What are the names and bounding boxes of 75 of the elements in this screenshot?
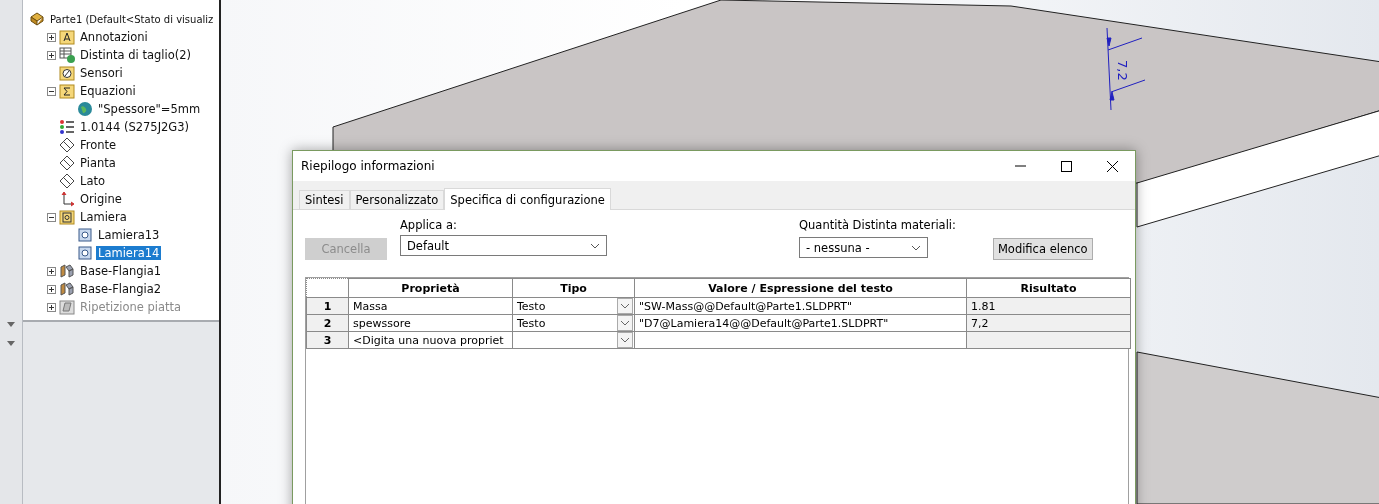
sheet-metal-icon (77, 227, 93, 243)
chevron-down-icon (621, 320, 629, 326)
cut-list-icon (59, 47, 75, 63)
column-header: Risultato (966, 278, 1131, 298)
maximize-icon (1060, 160, 1072, 172)
plus-icon (49, 304, 54, 310)
origin-icon (59, 191, 75, 207)
expand-toggle[interactable] (47, 266, 56, 276)
chevron-down-icon (621, 303, 629, 309)
apply-dropdown[interactable]: Default (400, 235, 607, 256)
caret-down-icon[interactable] (7, 341, 15, 346)
equation-folder-icon (59, 83, 75, 99)
tree-item[interactable]: Distinta di taglio(2) (78, 48, 193, 62)
plus-icon (49, 52, 54, 58)
tab[interactable]: Sintesi (299, 190, 350, 209)
tree-item[interactable]: Lamiera (78, 210, 129, 224)
dialog-title: Riepilogo informazioni (301, 159, 435, 173)
sheet-metal-folder-icon (59, 209, 75, 225)
corner-cell (306, 278, 349, 298)
tree-item[interactable]: "Spessore"=5mm (96, 102, 203, 116)
flat-pattern-icon (59, 299, 75, 315)
row-number: 1 (306, 297, 349, 315)
chevron-down-icon (621, 337, 629, 343)
sensor-folder-icon (59, 65, 75, 81)
tree-item[interactable]: Annotazioni (78, 30, 150, 44)
tab[interactable]: Specifica di configurazione (444, 188, 611, 210)
expand-toggle[interactable] (47, 50, 56, 60)
plus-icon (49, 268, 54, 274)
tree-item[interactable]: Pianta (78, 156, 118, 170)
tree-item[interactable]: Lamiera13 (96, 228, 162, 242)
plane-icon (59, 155, 75, 171)
sheet-metal-icon (77, 245, 93, 261)
dimension-label: 7,2 (1115, 60, 1130, 81)
tree-root[interactable]: Parte1 (Default<Stato di visualiz (48, 13, 216, 25)
annotation-folder-icon (59, 29, 75, 45)
tree-item[interactable]: Origine (78, 192, 124, 206)
tree-item[interactable]: Base-Flangia1 (78, 264, 164, 278)
plane-icon (59, 173, 75, 189)
tree-item[interactable]: Fronte (78, 138, 119, 152)
collapse-toggle[interactable] (47, 212, 56, 222)
tree-item[interactable]: 1.0144 (S275J2G3) (78, 120, 192, 134)
dropdown-button[interactable] (617, 332, 633, 348)
bom-quantity-label: Quantità Distinta materiali: (799, 218, 956, 232)
edit-list-button[interactable]: Modifica elenco (992, 238, 1093, 260)
minus-icon (49, 214, 54, 220)
expand-toggle[interactable] (47, 32, 56, 42)
part-icon (29, 11, 45, 27)
column-header: Tipo (512, 278, 635, 298)
caret-down-icon[interactable] (7, 322, 15, 327)
expand-toggle[interactable] (47, 284, 56, 294)
tree-item[interactable]: Base-Flangia2 (78, 282, 164, 296)
material-icon (59, 119, 75, 135)
tree-item[interactable]: Equazioni (78, 84, 138, 98)
plus-icon (49, 34, 54, 40)
close-icon (1106, 160, 1118, 172)
apply-label: Applica a: (400, 218, 458, 232)
plane-icon (59, 137, 75, 153)
dropdown-button[interactable] (617, 298, 633, 314)
plus-icon (49, 286, 54, 292)
column-header: Valore / Espressione del testo (634, 278, 967, 298)
chevron-down-icon (590, 242, 600, 249)
chevron-down-icon (911, 244, 921, 251)
flange-icon (59, 281, 75, 297)
flange-icon (59, 263, 75, 279)
bom-quantity-dropdown[interactable]: - nessuna - (799, 237, 928, 258)
tree-item[interactable]: Lato (78, 174, 107, 188)
tab[interactable]: Personalizzato (349, 190, 445, 209)
collapse-toggle[interactable] (47, 86, 56, 96)
tree-item[interactable]: Sensori (78, 66, 125, 80)
minus-icon (49, 88, 54, 94)
globe-icon (77, 101, 93, 117)
minimize-icon (1014, 165, 1026, 167)
tree-item[interactable]: Lamiera14 (96, 246, 162, 260)
column-header: Proprietà (348, 278, 513, 298)
dropdown-button[interactable] (617, 315, 633, 331)
